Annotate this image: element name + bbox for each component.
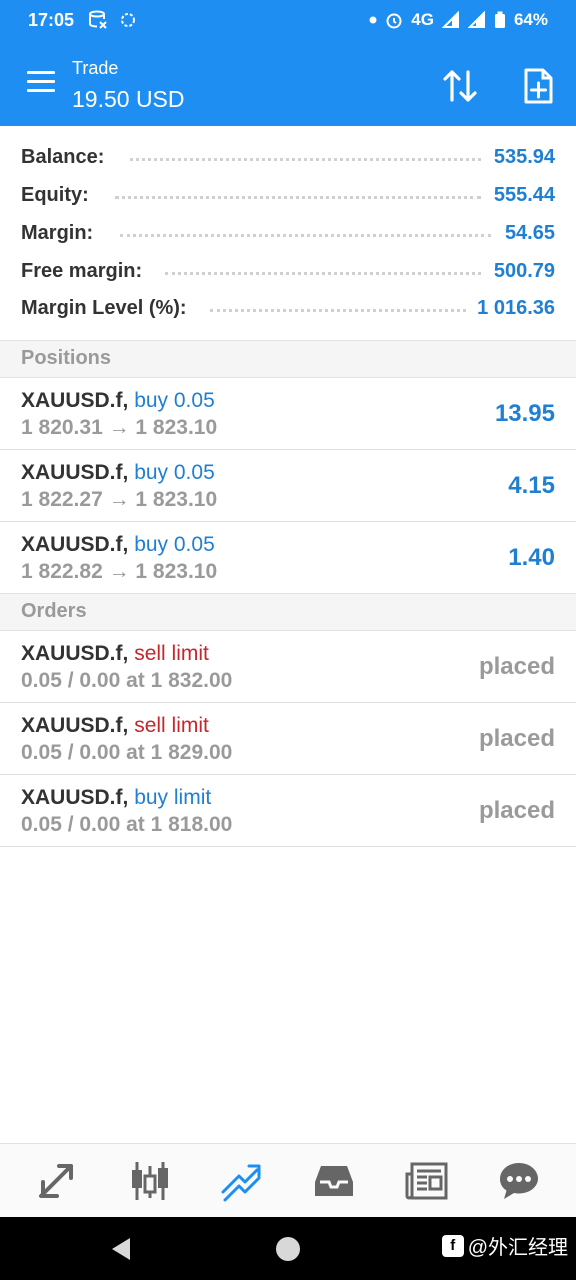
summary-label: Equity:	[21, 184, 89, 206]
order-status: placed	[478, 725, 555, 752]
sort-icon[interactable]	[440, 66, 480, 106]
status-bar: 17:05 4G 64%	[0, 0, 576, 42]
app-bar: Trade 19.50 USD	[0, 42, 576, 126]
battery-percent: 64%	[513, 10, 548, 29]
alarm-icon	[386, 13, 402, 29]
system-nav-bar: f @外汇经理	[0, 1217, 576, 1280]
order-status: placed	[478, 797, 555, 824]
summary-label: Balance:	[21, 146, 105, 168]
network-type: 4G	[411, 10, 434, 29]
position-profit: 4.15	[508, 472, 555, 499]
quotes-icon[interactable]	[35, 1158, 81, 1204]
summary-row-margin-level: Margin Level (%): 1 016.36	[0, 289, 576, 327]
page-title: Trade	[72, 58, 119, 78]
battery-icon	[494, 11, 505, 28]
order-row[interactable]: XAUUSD.f, sell limit 0.05 / 0.00 at 1 83…	[0, 631, 576, 703]
price-range: 1 822.82 → 1 823.10	[21, 560, 218, 583]
signal-icon	[441, 11, 459, 28]
order-side: sell limit	[134, 714, 209, 737]
summary-label: Margin:	[21, 222, 94, 244]
data-saver-icon	[88, 10, 108, 30]
back-icon[interactable]	[108, 1235, 134, 1263]
symbol: XAUUSD.f,	[21, 786, 129, 809]
summary-row-equity: Equity: 555.44	[0, 176, 576, 214]
new-order-icon[interactable]	[518, 66, 558, 106]
summary-value: 535.94	[493, 146, 555, 168]
position-profit: 13.95	[494, 400, 555, 427]
price-range: 1 820.31 → 1 823.10	[21, 416, 218, 439]
leader-dots	[115, 196, 481, 200]
watermark-logo: f	[441, 1234, 464, 1257]
symbol: XAUUSD.f,	[21, 714, 129, 737]
summary-row-balance: Balance: 535.94	[0, 138, 576, 176]
summary-value: 54.65	[504, 222, 555, 244]
position-row[interactable]: XAUUSD.f, buy 0.05 1 822.82 → 1 823.10 1…	[0, 522, 576, 594]
orders-header: Orders	[0, 593, 576, 631]
signal-2-icon	[467, 11, 485, 28]
watermark-text: @外汇经理	[467, 1237, 568, 1259]
leader-dots	[210, 309, 466, 313]
order-side: buy limit	[134, 786, 212, 809]
symbol: XAUUSD.f,	[21, 642, 129, 665]
position-row[interactable]: XAUUSD.f, buy 0.05 1 822.27 → 1 823.10 4…	[0, 450, 576, 522]
position-side: buy 0.05	[134, 389, 215, 412]
history-icon[interactable]	[311, 1158, 357, 1204]
section-title: Positions	[21, 347, 112, 369]
summary-row-free-margin: Free margin: 500.79	[0, 252, 576, 290]
price-range: 1 822.27 → 1 823.10	[21, 488, 218, 511]
order-row[interactable]: XAUUSD.f, buy limit 0.05 / 0.00 at 1 818…	[0, 775, 576, 847]
menu-icon[interactable]	[27, 71, 57, 95]
leader-dots	[130, 158, 481, 162]
position-row[interactable]: XAUUSD.f, buy 0.05 1 820.31 → 1 823.10 1…	[0, 378, 576, 450]
symbol: XAUUSD.f,	[21, 533, 129, 556]
symbol: XAUUSD.f,	[21, 461, 129, 484]
watermark: f @外汇经理	[441, 1231, 568, 1260]
notification-dot-icon	[369, 16, 377, 24]
summary-label: Margin Level (%):	[21, 297, 187, 319]
status-time: 17:05	[28, 10, 75, 30]
positions-header: Positions	[0, 340, 576, 378]
section-title: Orders	[21, 600, 87, 622]
summary-value: 500.79	[493, 260, 555, 282]
summary-label: Free margin:	[21, 260, 143, 282]
position-profit: 1.40	[508, 544, 555, 571]
account-summary: Balance: 535.94 Equity: 555.44 Margin: 5…	[0, 126, 576, 341]
home-button[interactable]	[276, 1237, 300, 1261]
leader-dots	[120, 234, 491, 238]
bottom-navigation	[0, 1143, 576, 1217]
order-details: 0.05 / 0.00 at 1 818.00	[21, 813, 233, 836]
order-details: 0.05 / 0.00 at 1 832.00	[21, 669, 233, 692]
summary-value: 1 016.36	[477, 297, 555, 319]
trade-icon[interactable]	[219, 1158, 265, 1204]
chat-icon[interactable]	[496, 1158, 542, 1204]
news-icon[interactable]	[404, 1158, 450, 1204]
summary-row-margin: Margin: 54.65	[0, 214, 576, 252]
position-side: buy 0.05	[134, 461, 215, 484]
sync-icon	[118, 10, 138, 30]
position-side: buy 0.05	[134, 533, 215, 556]
order-status: placed	[478, 653, 555, 680]
leader-dots	[165, 272, 481, 276]
chart-icon[interactable]	[127, 1158, 173, 1204]
order-row[interactable]: XAUUSD.f, sell limit 0.05 / 0.00 at 1 82…	[0, 703, 576, 775]
account-profit: 19.50 USD	[72, 86, 185, 112]
order-details: 0.05 / 0.00 at 1 829.00	[21, 741, 233, 764]
order-side: sell limit	[134, 642, 209, 665]
symbol: XAUUSD.f,	[21, 389, 129, 412]
summary-value: 555.44	[493, 184, 555, 206]
